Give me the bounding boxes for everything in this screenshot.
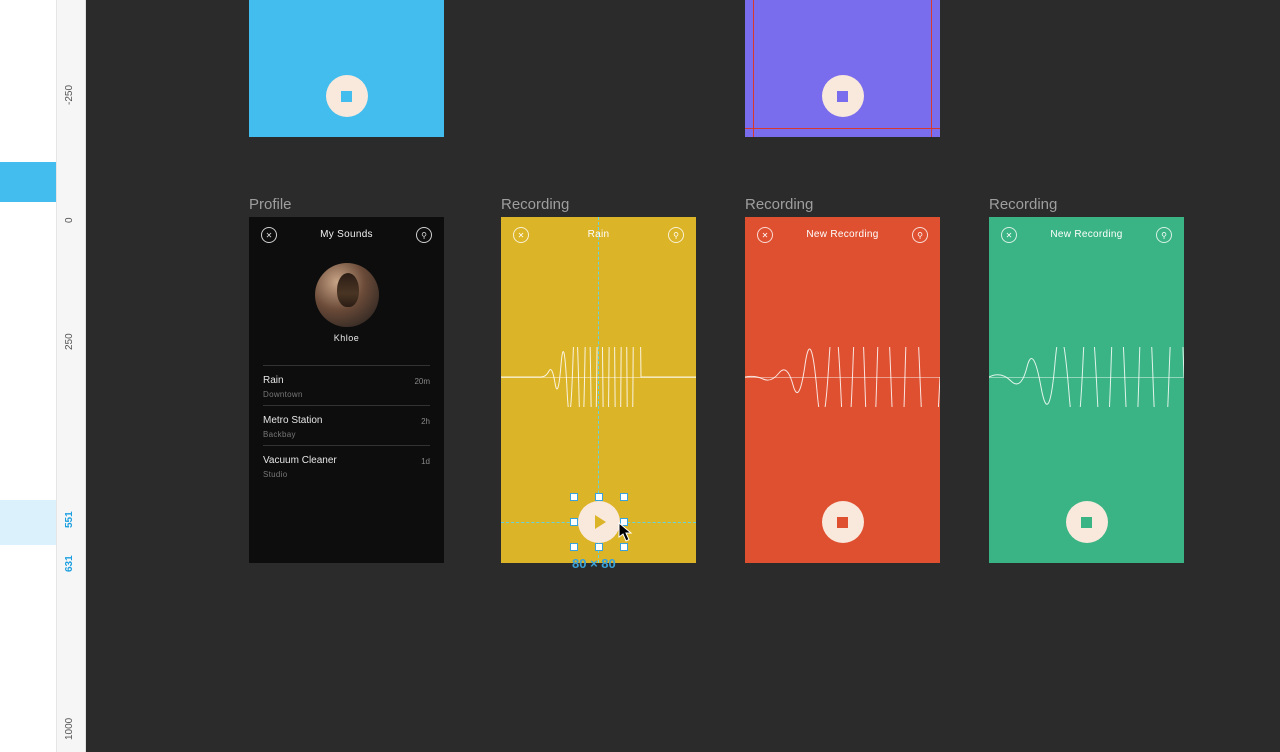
item-subtitle: Downtown [263,390,430,399]
artboard-recording-green[interactable]: ✕ New Recording ⚲ [989,217,1184,563]
stop-button[interactable] [822,75,864,117]
frame-splash-blue[interactable] [249,0,444,137]
resize-handle[interactable] [570,543,578,551]
constraint-guide [745,128,940,129]
resize-handle[interactable] [620,493,628,501]
resize-handle[interactable] [570,518,578,526]
artboard-label[interactable]: Recording [989,196,1057,213]
item-title: Vacuum Cleaner [263,455,430,466]
resize-handle[interactable] [620,518,628,526]
ruler-tick: -250 [64,85,75,105]
item-subtitle: Studio [263,470,430,479]
item-time: 1d [421,457,430,466]
stop-icon [341,91,352,102]
resize-handle[interactable] [595,543,603,551]
selected-element[interactable] [578,501,620,543]
frame-splash-purple[interactable] [745,0,940,137]
selection-dimensions: 80 × 80 [572,556,616,571]
waveform [989,347,1184,407]
list-item[interactable]: Rain Downtown 20m [263,365,430,405]
navigator-selection-artboard[interactable] [0,162,56,202]
vertical-ruler[interactable]: -250 0 250 551 631 1000 [56,0,86,752]
avatar[interactable] [315,263,379,327]
ruler-tick: 250 [64,333,75,350]
waveform [745,347,940,407]
waveform [501,347,696,407]
item-title: Rain [263,375,430,386]
artboard-recording-yellow[interactable]: ✕ Rain ⚲ [501,217,696,563]
stop-button[interactable] [1066,501,1108,543]
list-item[interactable]: Metro Station Backbay 2h [263,405,430,445]
ruler-guide[interactable]: 631 [64,555,75,572]
artboard-label[interactable]: Recording [501,196,569,213]
artboard-recording-orange[interactable]: ✕ New Recording ⚲ [745,217,940,563]
stop-icon [1081,517,1092,528]
stop-button[interactable] [326,75,368,117]
artboard-profile[interactable]: ✕ My Sounds ⚲ Khloe Rain Downtown 20m Me… [249,217,444,563]
artboard-label[interactable]: Profile [249,196,292,213]
page-title: New Recording [745,229,940,240]
navigator-strip[interactable] [0,0,56,752]
page-title: New Recording [989,229,1184,240]
username: Khloe [249,333,444,343]
list-item[interactable]: Vacuum Cleaner Studio 1d [263,445,430,485]
pin-icon[interactable]: ⚲ [668,227,684,243]
pin-icon[interactable]: ⚲ [416,227,432,243]
stop-icon [837,517,848,528]
resize-handle[interactable] [595,493,603,501]
constraint-guide [753,0,754,137]
item-subtitle: Backbay [263,430,430,439]
item-title: Metro Station [263,415,430,426]
pin-icon[interactable]: ⚲ [912,227,928,243]
resize-handle[interactable] [570,493,578,501]
pin-icon[interactable]: ⚲ [1156,227,1172,243]
selection-handles[interactable] [574,497,624,547]
navigator-selection-layer[interactable] [0,500,56,545]
ruler-tick: 1000 [64,718,75,740]
ruler-guide[interactable]: 551 [64,511,75,528]
item-time: 2h [421,417,430,426]
stop-button[interactable] [822,501,864,543]
artboard-label[interactable]: Recording [745,196,813,213]
constraint-guide [931,0,932,137]
sound-list: Rain Downtown 20m Metro Station Backbay … [263,365,430,485]
page-title: My Sounds [249,229,444,240]
canvas[interactable]: Profile Recording Recording Recording ✕ … [86,0,1280,752]
page-title: Rain [501,229,696,240]
resize-handle[interactable] [620,543,628,551]
item-time: 20m [414,377,430,386]
stop-icon [837,91,848,102]
ruler-tick: 0 [64,217,75,223]
